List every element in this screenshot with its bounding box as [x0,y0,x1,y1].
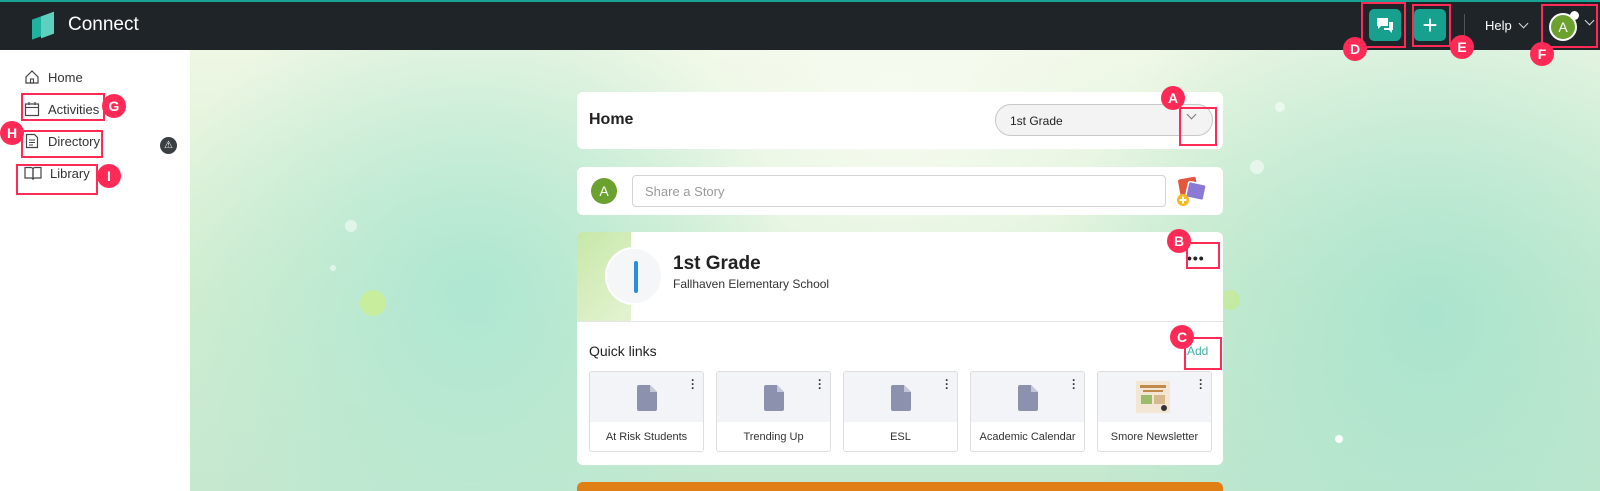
annotation-box-f [1541,4,1598,48]
app-name: Connect [68,14,139,35]
quick-link-thumbnail: · · · [971,372,1084,422]
quick-link-tile[interactable]: · · · Smore Newsletter [1097,371,1212,452]
add-photo-icon[interactable] [1175,175,1209,207]
avatar: A [591,178,617,204]
page-title: Home [589,111,634,128]
home-header-card: Home 1st Grade [577,92,1223,149]
newsletter-thumbnail-image [1136,381,1170,413]
kebab-menu-icon[interactable]: · · · [691,374,695,394]
divider [577,321,1223,322]
annotation-box-e [1412,4,1451,47]
group-logo [605,247,663,305]
document-icon [891,385,911,411]
quick-link-thumbnail: · · · [1098,372,1211,422]
annotation-marker-d: D [1343,37,1367,61]
bokeh-light [1335,435,1343,443]
quick-link-tile[interactable]: · · · Trending Up [716,371,831,452]
quick-link-label: At Risk Students [605,431,688,443]
annotation-box-h [21,130,103,158]
document-icon [1018,385,1038,411]
annotation-box-b [1186,242,1220,269]
annotation-marker-c: C [1170,325,1194,349]
annotation-marker-a: A [1161,86,1185,110]
group-school: Fallhaven Elementary School [673,277,830,291]
annotation-box-d [1361,2,1406,48]
quick-link-thumbnail: · · · [717,372,830,422]
group-name: 1st Grade [673,253,761,274]
help-label: Help [1485,18,1512,33]
next-card-peek [577,482,1223,491]
annotation-box-a [1179,107,1217,146]
annotation-box-g [21,93,105,121]
connect-logo-icon [30,11,56,40]
quick-link-label: Academic Calendar [979,431,1076,443]
bokeh-light [345,220,357,232]
grade-select-value: 1st Grade [1010,114,1063,128]
quick-link-label: Smore Newsletter [1110,431,1199,443]
quick-link-tile[interactable]: · · · ESL [843,371,958,452]
quick-links-title: Quick links [589,343,657,359]
quick-link-label: ESL [890,431,911,443]
annotation-marker-g: G [102,94,126,118]
kebab-menu-icon[interactable]: · · · [1199,374,1203,394]
sidebar-item-home[interactable]: Home [24,69,83,85]
annotation-marker-b: B [1167,229,1191,253]
warning-icon[interactable]: ⚠ [160,137,177,154]
quick-link-thumbnail: · · · [844,372,957,422]
bokeh-light [360,290,386,316]
bokeh-light [1275,102,1285,112]
quick-link-tile[interactable]: · · · At Risk Students [589,371,704,452]
share-story-input[interactable] [632,175,1166,207]
share-story-card: A [577,167,1223,215]
newsletter-preview-icon [1140,385,1167,411]
group-card: 1st Grade Fallhaven Elementary School ••… [577,232,1223,465]
annotation-marker-e: E [1450,35,1474,59]
annotation-marker-f: F [1530,42,1554,66]
document-icon [764,385,784,411]
kebab-menu-icon[interactable]: · · · [818,374,822,394]
kebab-menu-icon[interactable]: · · · [1072,374,1076,394]
annotation-box-i [16,164,98,195]
bokeh-light [330,265,336,271]
group-logo-mark [634,261,638,293]
annotation-marker-h: H [0,121,24,145]
document-icon [637,385,657,411]
sidebar-item-label: Home [48,69,83,85]
chevron-down-icon [1518,18,1529,29]
brand[interactable]: Connect [30,11,139,40]
quick-link-label: Trending Up [743,431,804,443]
bokeh-light [1250,160,1264,174]
kebab-menu-icon[interactable]: · · · [945,374,949,394]
quick-link-tile[interactable]: · · · Academic Calendar [970,371,1085,452]
bokeh-light [1220,290,1240,310]
home-icon [25,70,39,84]
annotation-marker-i: I [97,164,121,188]
help-menu[interactable]: Help [1485,18,1529,33]
quick-link-thumbnail: · · · [590,372,703,422]
